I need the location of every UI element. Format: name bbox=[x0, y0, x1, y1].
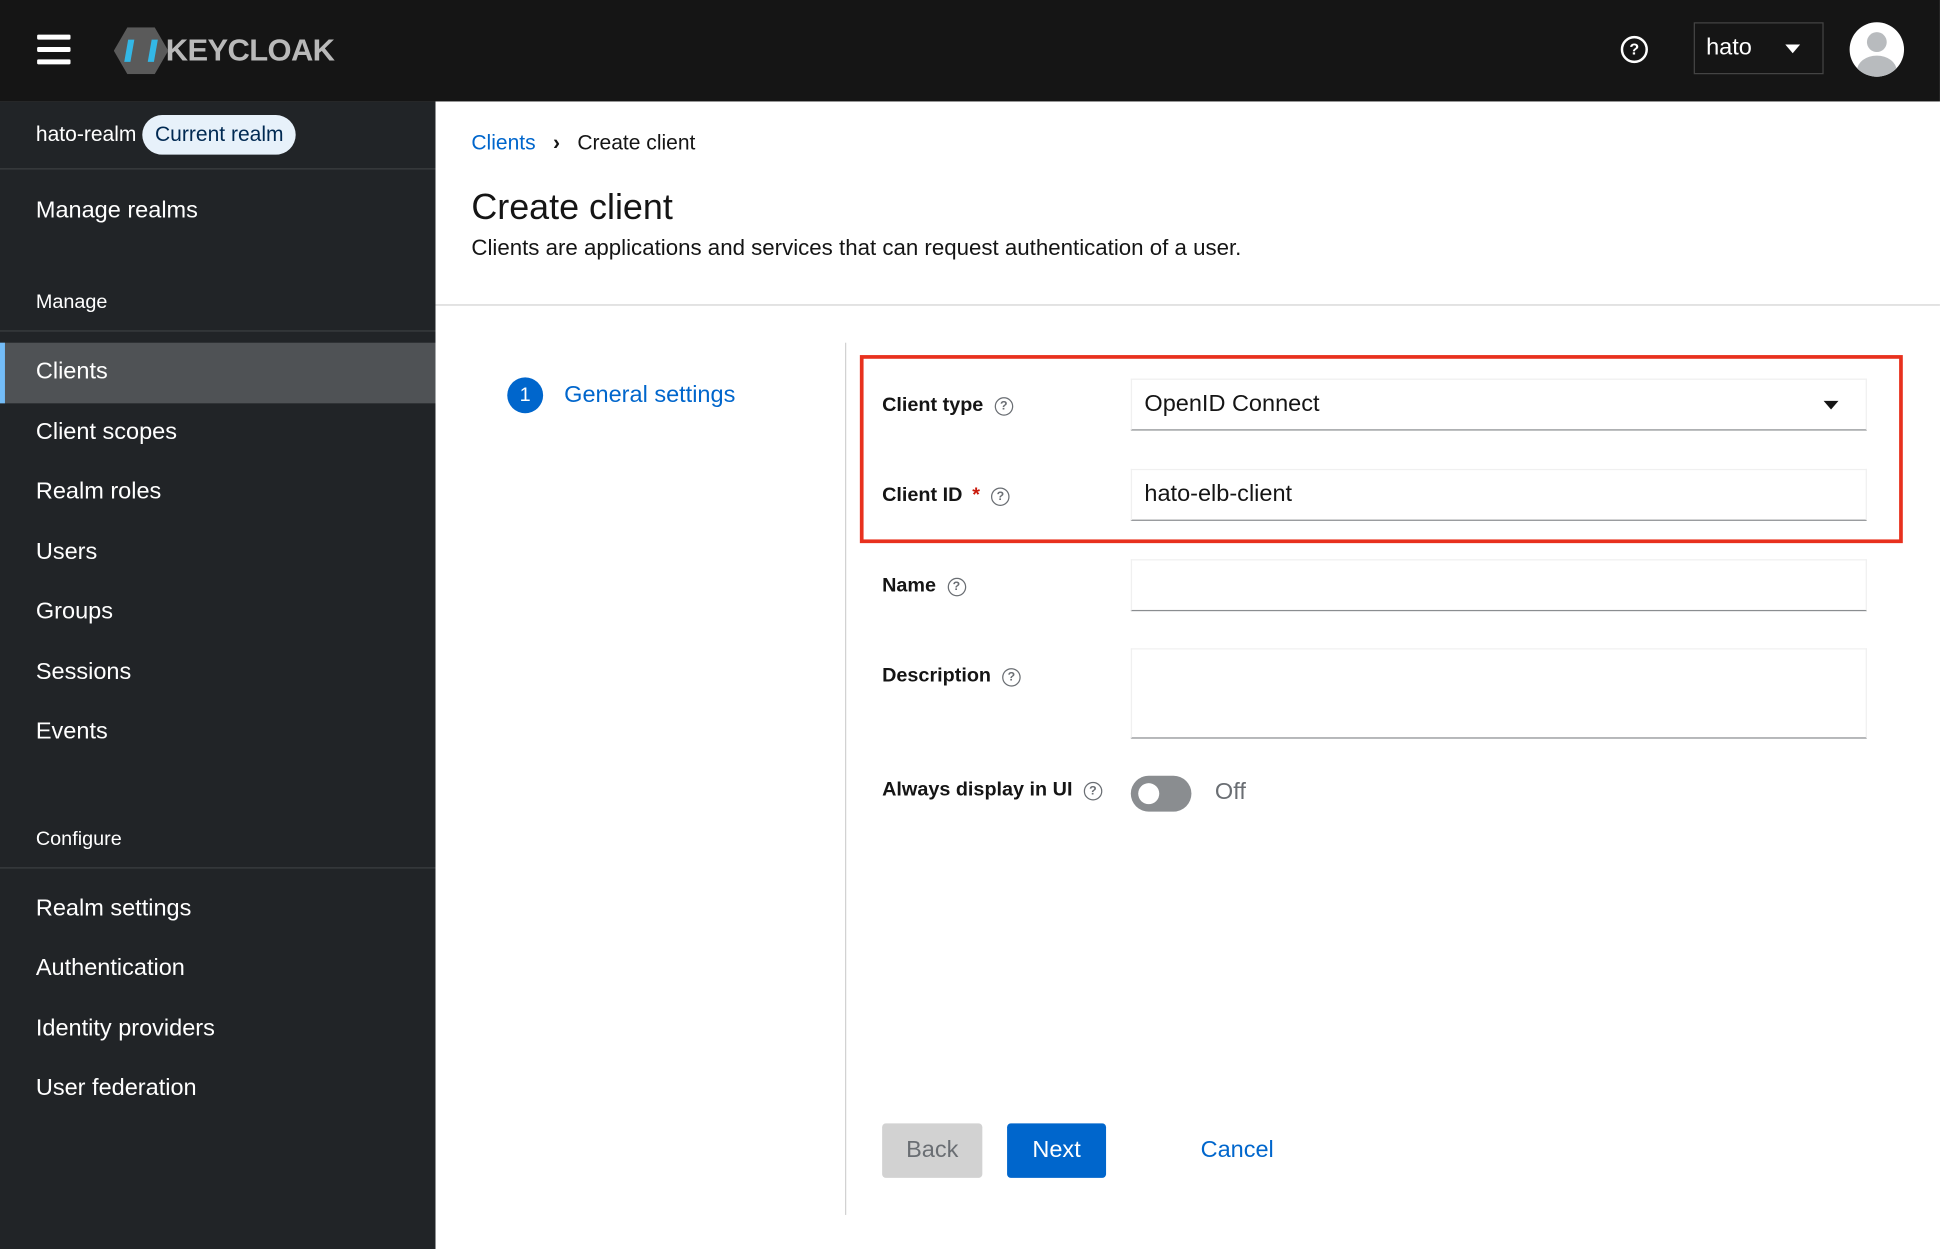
current-realm-badge: Current realm bbox=[142, 115, 296, 155]
label-text: Always display in UI bbox=[882, 779, 1073, 801]
label-text: Description bbox=[882, 665, 992, 687]
user-dropdown[interactable]: hato bbox=[1693, 22, 1824, 75]
sidebar-item-realm-settings[interactable]: Realm settings bbox=[0, 879, 435, 939]
page-subtitle: Clients are applications and services th… bbox=[471, 235, 1242, 260]
client-type-select[interactable]: OpenID Connect bbox=[1130, 378, 1867, 431]
section-configure: Configure bbox=[0, 812, 436, 868]
hamburger-menu-icon[interactable] bbox=[37, 34, 71, 65]
step-number: 1 bbox=[507, 377, 544, 414]
chevron-down-icon bbox=[1785, 44, 1801, 54]
help-icon[interactable]: ? bbox=[1620, 35, 1648, 64]
sidebar-item-authentication[interactable]: Authentication bbox=[0, 939, 435, 999]
help-icon[interactable]: ? bbox=[947, 577, 966, 596]
sidebar-item-realm-roles[interactable]: Realm roles bbox=[0, 463, 435, 523]
label-text: Name bbox=[882, 575, 937, 597]
help-icon[interactable]: ? bbox=[991, 486, 1010, 506]
help-icon[interactable]: ? bbox=[1083, 781, 1103, 800]
label-text: Client ID bbox=[882, 484, 963, 507]
chevron-right-icon: › bbox=[552, 131, 561, 155]
sidebar-item-manage-realms[interactable]: Manage realms bbox=[0, 182, 435, 241]
help-icon[interactable]: ? bbox=[994, 396, 1014, 416]
divider bbox=[435, 304, 1940, 306]
logo-text: KEYCLOAK bbox=[165, 32, 335, 68]
breadcrumb: Clients › Create client bbox=[471, 131, 695, 156]
cancel-button[interactable]: Cancel bbox=[1188, 1123, 1287, 1177]
keycloak-logo-icon bbox=[113, 27, 169, 75]
page-title: Create client bbox=[471, 188, 673, 228]
client-id-input[interactable]: hato-elb-client bbox=[1130, 468, 1867, 521]
realm-name: hato-realm bbox=[35, 122, 137, 146]
always-display-toggle[interactable] bbox=[1130, 775, 1192, 812]
user-name: hato bbox=[1706, 34, 1752, 61]
sidebar-item-users[interactable]: Users bbox=[0, 523, 435, 583]
sidebar-item-clients[interactable]: Clients bbox=[0, 342, 436, 403]
realm-selector[interactable]: hato-realm Current realm bbox=[0, 101, 436, 170]
sidebar-item-groups[interactable]: Groups bbox=[0, 583, 435, 643]
avatar[interactable] bbox=[1849, 22, 1905, 77]
help-icon[interactable]: ? bbox=[1002, 667, 1021, 687]
sidebar-item-user-federation[interactable]: User federation bbox=[0, 1059, 435, 1119]
breadcrumb-current: Create client bbox=[577, 131, 696, 155]
breadcrumb-clients-link[interactable]: Clients bbox=[471, 131, 535, 155]
caret-down-icon bbox=[1823, 400, 1839, 410]
wizard-step-general-settings[interactable]: 1 General settings bbox=[507, 377, 736, 414]
main-content: Clients › Create client Create client Clie… bbox=[435, 101, 1940, 1249]
sidebar: hato-realm Current realm Manage realms Ma… bbox=[0, 101, 436, 1249]
sidebar-item-events[interactable]: Events bbox=[0, 703, 435, 763]
description-textarea[interactable] bbox=[1130, 648, 1867, 739]
sidebar-item-sessions[interactable]: Sessions bbox=[0, 643, 435, 703]
client-id-label: Client ID *? bbox=[882, 485, 1010, 507]
sidebar-item-identity-providers[interactable]: Identity providers bbox=[0, 999, 435, 1059]
step-label: General settings bbox=[564, 381, 736, 408]
name-input[interactable] bbox=[1130, 559, 1867, 612]
back-button[interactable]: Back bbox=[882, 1123, 983, 1178]
client-type-label: Client type? bbox=[882, 394, 1014, 417]
toggle-state: Off bbox=[1214, 779, 1246, 806]
name-label: Name? bbox=[882, 575, 966, 597]
masthead: KEYCLOAK ? hato bbox=[0, 0, 1940, 102]
sidebar-item-client-scopes[interactable]: Client scopes bbox=[0, 403, 435, 463]
always-display-label: Always display in UI? bbox=[882, 779, 1103, 801]
section-manage: Manage bbox=[0, 276, 436, 332]
select-value: OpenID Connect bbox=[1144, 390, 1320, 417]
keycloak-logo[interactable]: KEYCLOAK bbox=[113, 27, 335, 75]
description-label: Description? bbox=[882, 666, 1021, 688]
wizard-divider bbox=[845, 342, 847, 1215]
label-text: Client type bbox=[882, 394, 984, 416]
next-button[interactable]: Next bbox=[1007, 1123, 1107, 1178]
required-asterisk: * bbox=[972, 484, 981, 507]
